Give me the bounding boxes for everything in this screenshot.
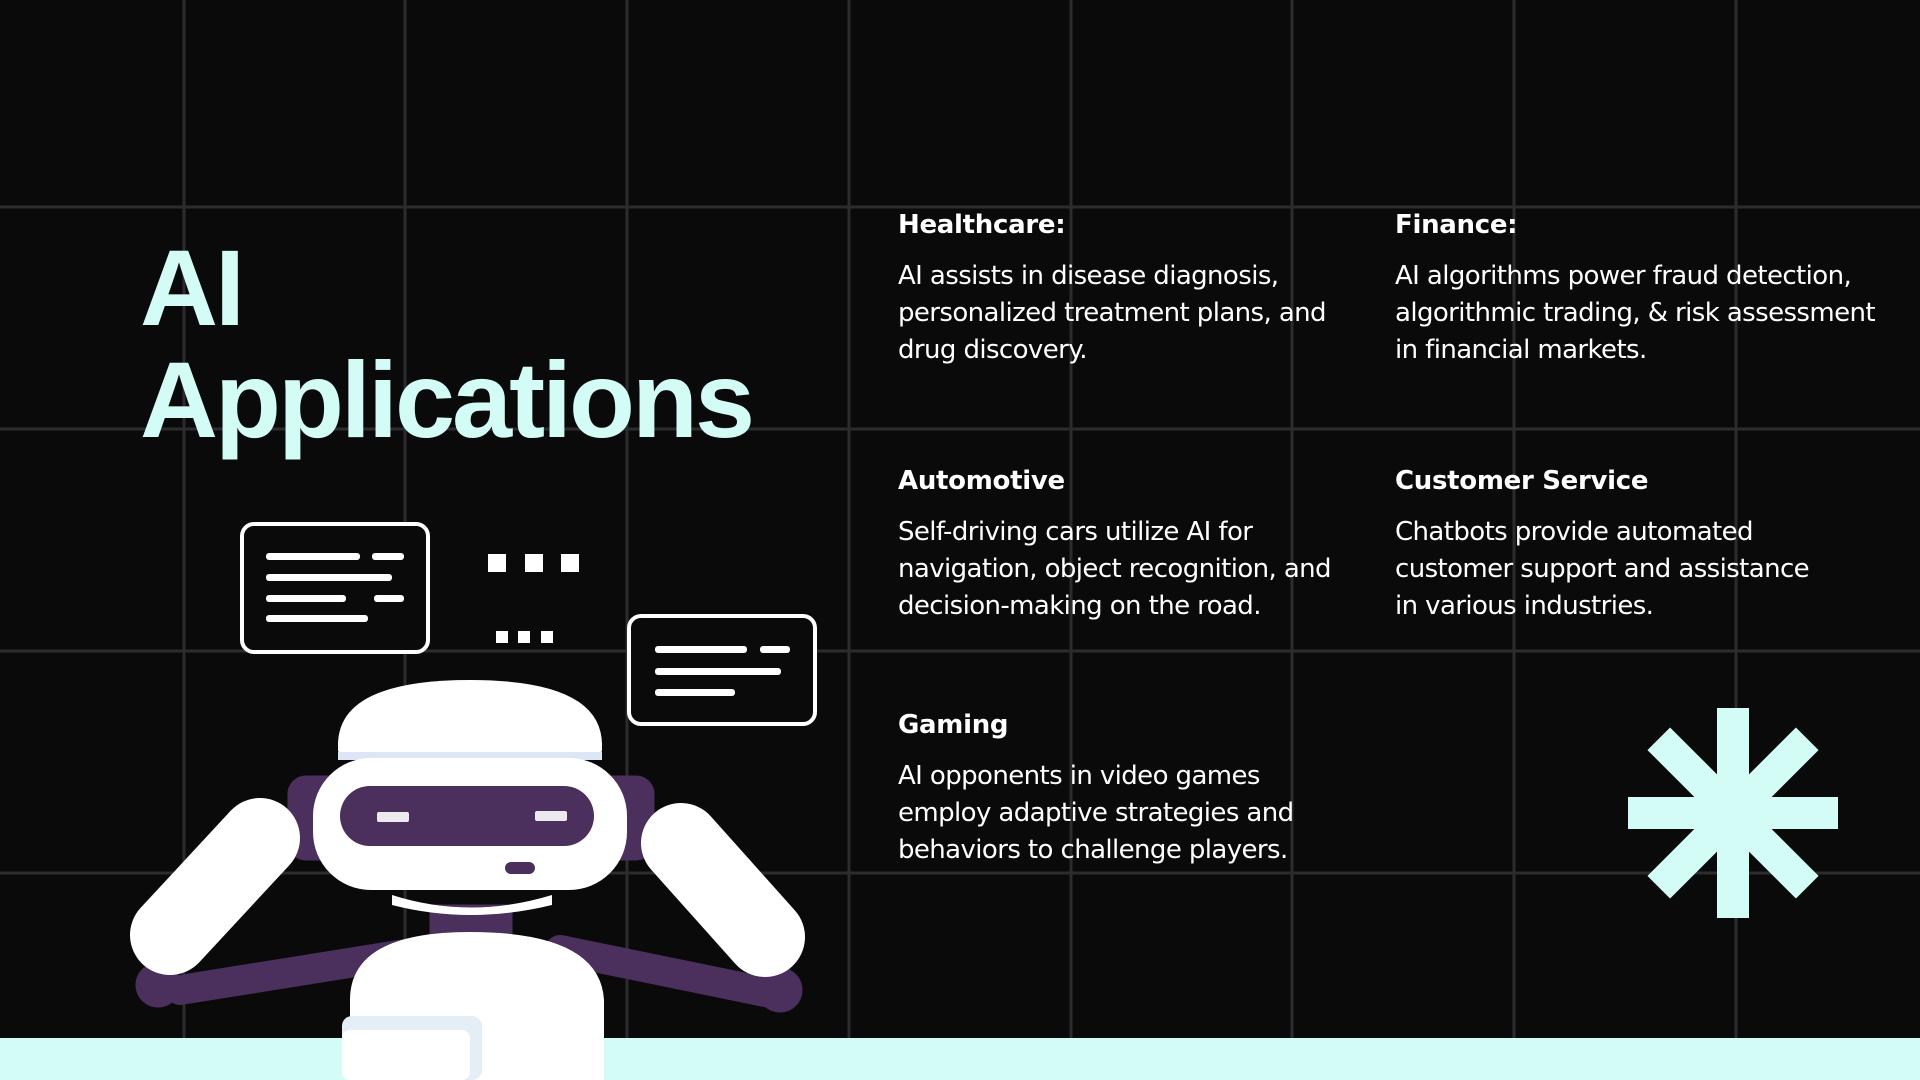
app-heading: Healthcare: [898, 210, 1066, 240]
app-description: AI algorithms power fraud detection, alg… [1395, 261, 1876, 365]
title-line-2: Applications [140, 339, 755, 460]
app-description: AI assists in disease diagnosis, persona… [898, 261, 1327, 365]
app-description: AI opponents in video games employ adapt… [898, 761, 1294, 865]
typing-dots-icon [488, 554, 579, 643]
app-block-finance: Finance: AI algorithms power fraud detec… [1395, 208, 1876, 369]
app-block-automotive: Automotive Self-driving cars utilize AI … [898, 464, 1368, 625]
slide: AI Applications Healthcare: AI assists i… [0, 0, 1920, 1080]
chat-bubble-right-icon [627, 614, 817, 726]
app-block-customer-service: Customer Service Chatbots provide automa… [1395, 464, 1835, 625]
title-line-1: AI [140, 227, 245, 348]
app-heading: Customer Service [1395, 466, 1649, 496]
app-heading: Automotive [898, 466, 1065, 496]
slide-title: AI Applications [140, 227, 755, 460]
chat-bubble-left-icon [240, 522, 430, 654]
app-heading: Finance: [1395, 210, 1518, 240]
app-heading: Gaming [898, 710, 1009, 740]
app-block-gaming: Gaming AI opponents in video games emplo… [898, 708, 1338, 869]
app-description: Chatbots provide automated customer supp… [1395, 517, 1810, 621]
app-description: Self-driving cars utilize AI for navigat… [898, 517, 1332, 621]
asterisk-icon [1628, 708, 1838, 918]
app-block-healthcare: Healthcare: AI assists in disease diagno… [898, 208, 1338, 369]
